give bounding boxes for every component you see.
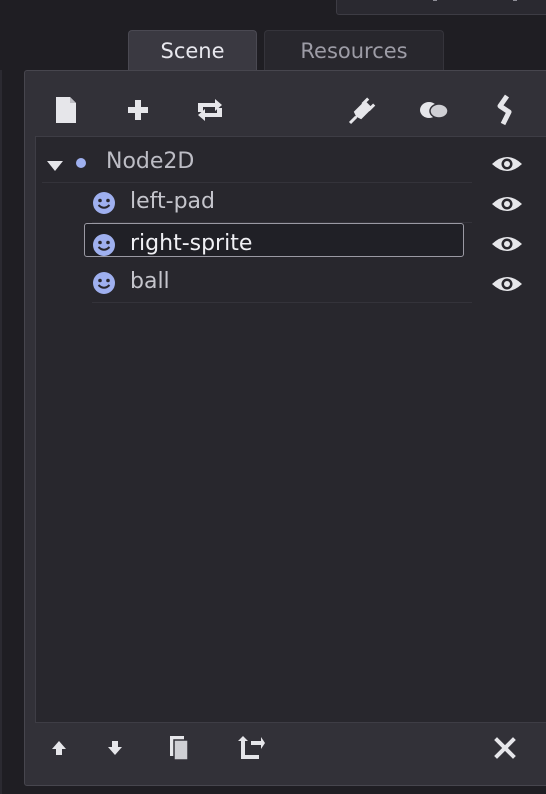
plug-icon[interactable] (346, 94, 378, 126)
new-scene-icon[interactable] (50, 94, 82, 126)
handle-dot-icon (513, 0, 517, 1)
visibility-eye-icon[interactable] (490, 153, 524, 175)
node-label: left-pad (130, 189, 215, 214)
node-label: right-sprite (130, 231, 253, 256)
node-label: ball (130, 269, 170, 294)
left-panel-divider[interactable] (0, 70, 2, 794)
node2d-icon (76, 158, 86, 168)
tree-row[interactable]: left-pad (92, 183, 472, 223)
sprite-icon (92, 191, 116, 219)
visibility-eye-icon[interactable] (490, 233, 524, 255)
visibility-eye-icon[interactable] (490, 193, 524, 215)
groups-icon[interactable] (418, 94, 450, 126)
sprite-icon (92, 233, 116, 261)
tab-resources[interactable]: Resources (264, 30, 444, 70)
reparent-icon[interactable] (236, 733, 266, 763)
move-up-icon[interactable] (44, 733, 74, 763)
tree-row-root[interactable]: Node2D (42, 143, 472, 183)
top-toolbar-fragment (336, 0, 546, 15)
duplicate-icon[interactable] (164, 733, 194, 763)
tab-scene[interactable]: Scene (128, 30, 257, 70)
tree-row[interactable]: ball (92, 263, 472, 303)
collapse-arrow-icon[interactable] (46, 157, 64, 176)
instance-icon[interactable] (194, 94, 226, 126)
sprite-icon (92, 271, 116, 299)
delete-icon[interactable] (490, 733, 520, 763)
scene-tree[interactable]: Node2D left-pad right-sprite ball (35, 136, 546, 723)
visibility-eye-icon[interactable] (490, 273, 524, 295)
script-icon[interactable] (490, 94, 522, 126)
move-down-icon[interactable] (100, 733, 130, 763)
add-node-icon[interactable] (122, 94, 154, 126)
handle-dot-icon (433, 0, 437, 1)
node-label: Node2D (106, 149, 195, 174)
